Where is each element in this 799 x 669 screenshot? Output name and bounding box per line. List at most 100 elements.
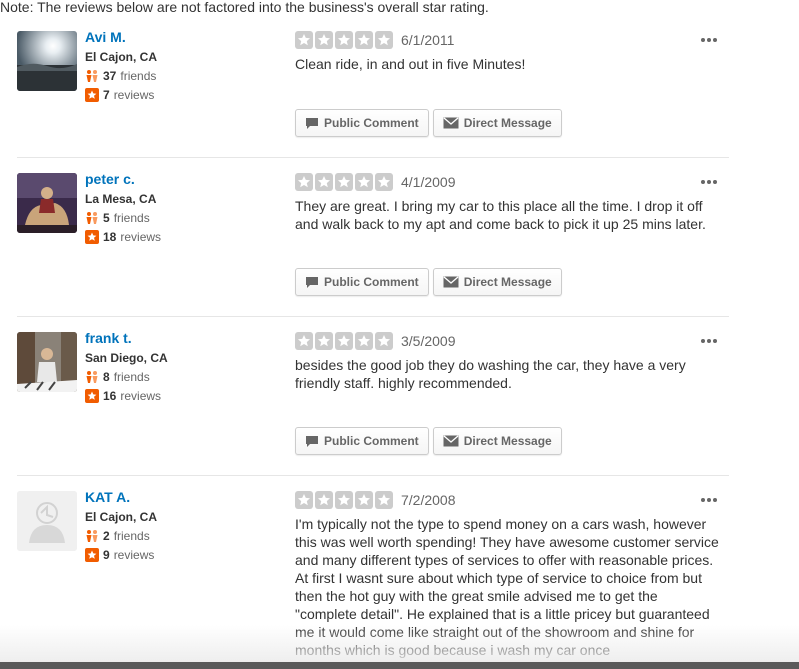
bottom-bar xyxy=(0,662,799,669)
reviews-label: reviews xyxy=(113,548,155,562)
direct-message-label: Direct Message xyxy=(463,116,552,130)
speech-bubble-icon xyxy=(306,117,318,129)
star-icon xyxy=(375,173,393,191)
more-options-icon[interactable] xyxy=(699,175,719,187)
default-avatar-icon xyxy=(17,491,77,551)
star-rating xyxy=(295,173,393,191)
review-text: besides the good job they do washing the… xyxy=(295,357,686,391)
review-date: 6/1/2011 xyxy=(401,32,455,48)
reviews-stat: 9 reviews xyxy=(85,547,157,563)
direct-message-button[interactable]: Direct Message xyxy=(432,109,562,137)
direct-message-button[interactable]: Direct Message xyxy=(432,268,562,296)
reviews-count: 7 xyxy=(103,88,110,102)
public-comment-label: Public Comment xyxy=(324,434,419,448)
star-icon xyxy=(85,389,99,403)
star-icon xyxy=(375,491,393,509)
friends-icon xyxy=(86,371,98,383)
reviews-stat: 16 reviews xyxy=(85,388,168,404)
user-name[interactable]: KAT A. xyxy=(85,488,157,506)
friends-icon xyxy=(86,70,98,82)
direct-message-button[interactable]: Direct Message xyxy=(432,427,562,455)
envelope-icon xyxy=(443,117,459,129)
speech-bubble-icon xyxy=(306,435,318,447)
review-text: Clean ride, in and out in five Minutes! xyxy=(295,56,526,72)
public-comment-label: Public Comment xyxy=(324,275,419,289)
user-info: peter c. La Mesa, CA 5 friends 18 review… xyxy=(85,170,161,245)
reviews-count: 16 xyxy=(103,389,117,403)
review-content: 3/5/2009 besides the good job they do wa… xyxy=(295,332,715,392)
user-info: Avi M. El Cajon, CA 37 friends 7 reviews xyxy=(85,28,157,103)
star-rating xyxy=(295,491,393,509)
direct-message-label: Direct Message xyxy=(463,275,552,289)
star-rating xyxy=(295,332,393,350)
note-text: Note: The reviews below are not factored… xyxy=(0,0,489,15)
speech-bubble-icon xyxy=(306,276,318,288)
review-item: Avi M. El Cajon, CA 37 friends 7 reviews… xyxy=(17,28,729,158)
review-item: peter c. La Mesa, CA 5 friends 18 review… xyxy=(17,170,729,317)
star-icon xyxy=(335,173,353,191)
friends-stat: 5 friends xyxy=(85,210,161,226)
avatar[interactable] xyxy=(17,491,77,551)
review-actions: Public Comment Direct Message xyxy=(295,268,562,296)
more-options-icon[interactable] xyxy=(699,493,719,505)
review-content: 6/1/2011 Clean ride, in and out in five … xyxy=(295,31,715,73)
star-icon xyxy=(355,173,373,191)
avatar[interactable] xyxy=(17,173,77,233)
reviews-label: reviews xyxy=(113,88,155,102)
review-date: 7/2/2008 xyxy=(401,492,456,508)
user-info: frank t. San Diego, CA 8 friends 16 revi… xyxy=(85,329,168,404)
reviews-label: reviews xyxy=(120,389,162,403)
rating-row: 3/5/2009 xyxy=(295,332,715,350)
public-comment-button[interactable]: Public Comment xyxy=(295,268,429,296)
star-icon xyxy=(295,332,313,350)
avatar[interactable] xyxy=(17,332,77,392)
star-icon xyxy=(315,31,333,49)
scroll-fade-overlay xyxy=(0,625,799,663)
star-icon xyxy=(315,491,333,509)
star-icon xyxy=(335,31,353,49)
reviews-label: reviews xyxy=(120,230,162,244)
user-location: El Cajon, CA xyxy=(85,50,158,64)
star-rating xyxy=(295,31,393,49)
star-icon xyxy=(85,548,99,562)
user-location: San Diego, CA xyxy=(85,351,168,365)
star-icon xyxy=(355,491,373,509)
star-icon xyxy=(375,332,393,350)
friends-count: 8 xyxy=(103,370,110,384)
public-comment-button[interactable]: Public Comment xyxy=(295,427,429,455)
friends-count: 37 xyxy=(103,69,117,83)
more-options-icon[interactable] xyxy=(699,33,719,45)
user-name[interactable]: peter c. xyxy=(85,170,161,188)
reviews-count: 18 xyxy=(103,230,117,244)
reviews-stat: 18 reviews xyxy=(85,229,161,245)
user-location: El Cajon, CA xyxy=(85,510,158,524)
user-name[interactable]: Avi M. xyxy=(85,28,157,46)
review-actions: Public Comment Direct Message xyxy=(295,427,562,455)
friends-count: 5 xyxy=(103,211,110,225)
rating-row: 7/2/2008 xyxy=(295,491,715,509)
friends-icon xyxy=(86,530,98,542)
review-date: 4/1/2009 xyxy=(401,174,456,190)
review-date: 3/5/2009 xyxy=(401,333,456,349)
user-name[interactable]: frank t. xyxy=(85,329,168,347)
review-item: frank t. San Diego, CA 8 friends 16 revi… xyxy=(17,329,729,476)
user-info: KAT A. El Cajon, CA 2 friends 9 reviews xyxy=(85,488,157,563)
rating-row: 4/1/2009 xyxy=(295,173,715,191)
friends-count: 2 xyxy=(103,529,110,543)
star-icon xyxy=(85,88,99,102)
avatar[interactable] xyxy=(17,31,77,91)
friends-label: friends xyxy=(113,529,150,543)
star-icon xyxy=(295,31,313,49)
friends-icon xyxy=(86,212,98,224)
review-content: 4/1/2009 They are great. I bring my car … xyxy=(295,173,715,233)
star-icon xyxy=(85,230,99,244)
rating-row: 6/1/2011 xyxy=(295,31,715,49)
friends-label: friends xyxy=(113,211,150,225)
star-icon xyxy=(295,173,313,191)
friends-stat: 8 friends xyxy=(85,369,168,385)
more-options-icon[interactable] xyxy=(699,334,719,346)
public-comment-button[interactable]: Public Comment xyxy=(295,109,429,137)
star-icon xyxy=(335,491,353,509)
public-comment-label: Public Comment xyxy=(324,116,419,130)
star-icon xyxy=(355,332,373,350)
